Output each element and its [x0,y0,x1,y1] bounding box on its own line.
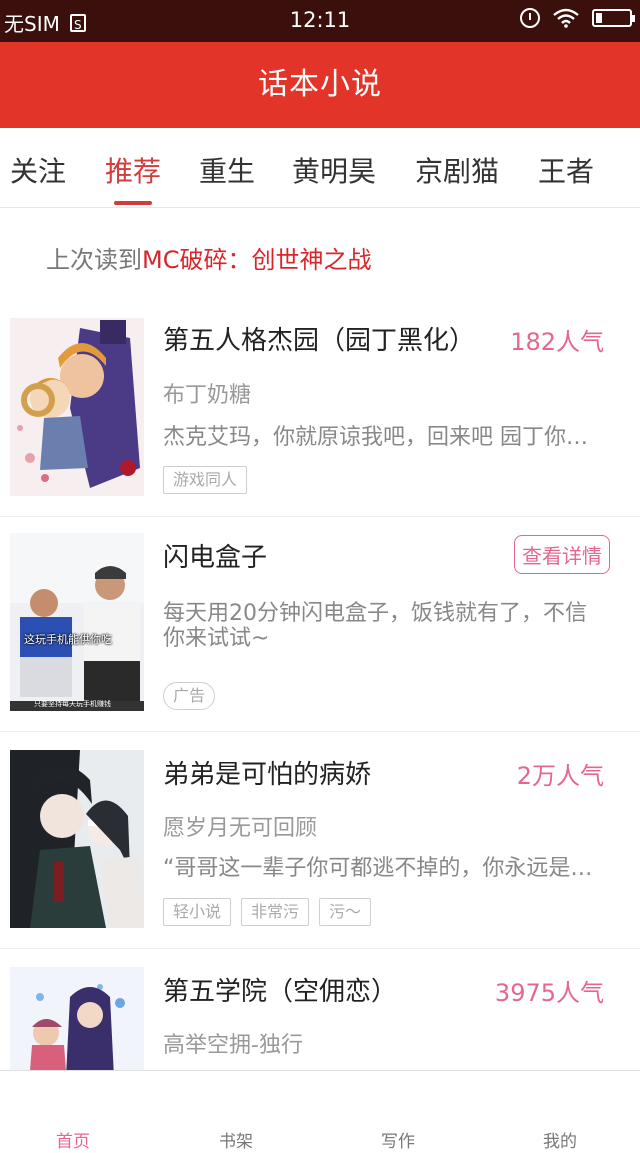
book-cover-image[interactable] [10,967,144,1070]
book-author: 愿岁月无可回顾 [163,816,318,841]
ad-cover-subcaption: 只要坚持每天玩手机赚钱 [34,700,111,708]
book-author: 布丁奶糖 [163,383,252,408]
book-title: 弟弟是可怕的病娇 [163,760,372,790]
tag-list: 轻小说 非常污 污～ [163,898,372,926]
view-details-button[interactable]: 查看详情 [514,535,610,574]
battery-icon [592,9,635,27]
book-description: “哥哥这一辈子你可都逃不掉的，你永远是我的。” [163,856,603,881]
nav-home[interactable]: 首页 [0,1127,153,1152]
cover-illustration [10,750,144,928]
tab-rebirth[interactable]: 重生 [199,150,255,190]
alarm-icon [520,8,540,28]
list-item[interactable]: 第五学院（空佣恋） 3975人气 高举空拥-独行 [0,949,640,1070]
cover-illustration [10,318,144,496]
active-tab-indicator [114,201,152,205]
ad-description: 每天用20分钟闪电盒子，饭钱就有了，不信你来试试~ [163,601,587,651]
list-item[interactable]: 第五人格杰园（园丁黑化） 182人气 布丁奶糖 杰克艾玛，你就原谅我吧，回来吧 … [0,302,640,517]
book-tag[interactable]: 污～ [319,898,372,926]
book-title: 第五学院（空佣恋） [163,977,398,1007]
last-read-prefix: 上次读到 [46,246,142,274]
tab-recommend[interactable]: 推荐 [105,150,161,190]
last-read-link[interactable]: 上次读到MC破碎：创世神之战 [46,240,371,275]
ad-cover-caption: 这玩手机能供你吃 [24,633,112,646]
ad-cover-image[interactable]: 这玩手机能供你吃 只要坚持每天玩手机赚钱 [10,533,144,711]
popularity-count: 3975人气 [494,979,604,1007]
tag-list: 广告 [163,682,216,710]
wifi-icon [553,8,579,28]
bottom-navigation: 首页 书架 写作 我的 [0,1070,640,1153]
ad-illustration [10,533,144,711]
nav-profile[interactable]: 我的 [480,1127,640,1152]
book-tag[interactable]: 轻小说 [163,898,232,926]
book-author: 高举空拥-独行 [163,1033,303,1058]
tab-follow[interactable]: 关注 [10,150,66,190]
ad-tag: 广告 [163,682,216,710]
tab-peking-opera-cat[interactable]: 京剧猫 [415,150,499,190]
cover-illustration [10,967,144,1070]
tab-king[interactable]: 王者 [538,150,594,190]
list-item-ad[interactable]: ⚡ 这玩手机能供你吃 只要坚持每天玩手机赚钱 闪电盒子 查看详情 每天用20分钟… [0,517,640,732]
popularity-count: 2万人气 [516,762,604,790]
category-tabs: 关注 推荐 重生 黄明昊 京剧猫 王者 [0,128,640,208]
nav-bookshelf[interactable]: 书架 [156,1127,316,1152]
tab-huang-minghao[interactable]: 黄明昊 [292,150,376,190]
app-title: 话本小说 [0,42,640,128]
book-cover-image[interactable] [10,318,144,496]
tag-list: 游戏同人 [163,466,248,494]
book-description: 杰克艾玛，你就原谅我吧，回来吧 园丁你别走，你别丢下我。 [163,425,603,450]
status-icons [520,8,635,28]
ad-title: 闪电盒子 [163,543,268,573]
status-bar: 无SIM S 12:11 [0,0,640,42]
last-read-title: MC破碎：创世神之战 [142,246,372,274]
list-item[interactable]: 弟弟是可怕的病娇 2万人气 愿岁月无可回顾 “哥哥这一辈子你可都逃不掉的，你永远… [0,732,640,949]
book-cover-image[interactable] [10,750,144,928]
book-title: 第五人格杰园（园丁黑化） [163,326,476,356]
book-tag[interactable]: 游戏同人 [163,466,248,494]
book-tag[interactable]: 非常污 [241,898,310,926]
popularity-count: 182人气 [510,328,604,356]
nav-write[interactable]: 写作 [318,1127,478,1152]
